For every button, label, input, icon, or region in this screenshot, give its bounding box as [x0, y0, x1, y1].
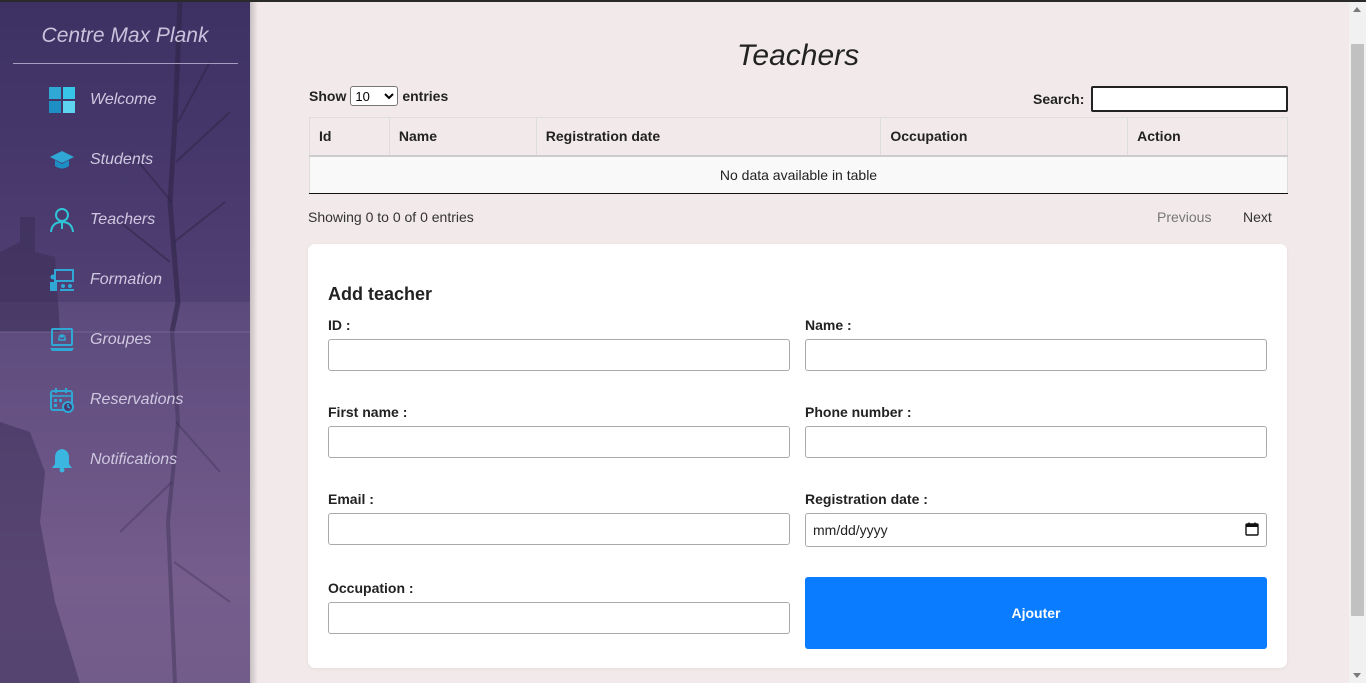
table-header-row: Id Name Registration date Occupation Act…	[309, 117, 1288, 157]
occupation-field[interactable]	[328, 602, 790, 634]
column-header-registration-date[interactable]: Registration date	[535, 117, 882, 157]
calendar-picker-icon[interactable]	[1245, 522, 1259, 539]
column-header-action[interactable]: Action	[1127, 117, 1288, 157]
sidebar-item-label: Reservations	[90, 391, 184, 408]
sidebar-item-label: Students	[90, 151, 154, 168]
id-field[interactable]	[328, 339, 790, 371]
registration-date-field[interactable]: mm/dd/yyyy	[805, 513, 1267, 547]
sidebar-item-label: Groupes	[90, 331, 152, 348]
table-row: No data available in table	[309, 155, 1288, 194]
email-label: Email :	[328, 491, 374, 507]
sidebar-title: Centre Max Plank	[41, 24, 209, 47]
name-field[interactable]	[805, 339, 1267, 371]
sidebar-item-label: Teachers	[90, 211, 156, 228]
dashboard-icon	[48, 86, 76, 114]
date-placeholder: mm/dd/yyyy	[813, 522, 888, 538]
show-label: Show	[309, 88, 347, 104]
sidebar-item-formation[interactable]: Formation	[48, 263, 238, 297]
sidebar-item-notifications[interactable]: Notifications	[48, 443, 238, 477]
sidebar-shadow	[250, 2, 258, 683]
sidebar-item-label: Notifications	[90, 451, 178, 468]
previous-button[interactable]: Previous	[1157, 209, 1211, 225]
form-title: Add teacher	[328, 284, 433, 304]
first-name-field[interactable]	[328, 426, 790, 458]
sidebar-item-students[interactable]: Students	[48, 143, 238, 177]
laptop-icon	[48, 326, 76, 354]
id-label: ID :	[328, 317, 351, 333]
add-teacher-button[interactable]: Ajouter	[805, 577, 1267, 649]
teachers-table: Id Name Registration date Occupation Act…	[309, 117, 1288, 194]
column-header-occupation[interactable]: Occupation	[880, 117, 1129, 157]
scroll-down-icon[interactable]	[1353, 673, 1361, 678]
registration-date-label: Registration date :	[805, 491, 928, 507]
table-info: Showing 0 to 0 of 0 entries	[308, 209, 474, 225]
graduation-cap-icon	[48, 146, 76, 174]
sidebar: Centre Max Plank Welcome Students Teache…	[0, 2, 250, 683]
column-header-id[interactable]: Id	[309, 117, 390, 157]
sidebar-item-label: Welcome	[90, 91, 157, 108]
entries-label: entries	[402, 88, 449, 104]
next-button[interactable]: Next	[1243, 209, 1272, 225]
sidebar-item-reservations[interactable]: Reservations	[48, 383, 238, 417]
sidebar-item-welcome[interactable]: Welcome	[48, 83, 238, 117]
scroll-up-icon[interactable]	[1353, 7, 1361, 12]
email-field[interactable]	[328, 513, 790, 545]
entries-select[interactable]: 10	[350, 86, 399, 106]
scrollbar-thumb[interactable]	[1351, 44, 1364, 616]
bell-icon	[48, 446, 76, 474]
empty-table-message: No data available in table	[309, 155, 1288, 194]
show-entries-control: Show 10 entries	[309, 86, 448, 106]
phone-label: Phone number :	[805, 404, 912, 420]
phone-field[interactable]	[805, 426, 1267, 458]
page-title: Teachers	[736, 39, 860, 72]
occupation-label: Occupation :	[328, 580, 414, 596]
search-input[interactable]	[1091, 86, 1289, 112]
presentation-icon	[48, 266, 76, 294]
calendar-icon	[48, 386, 76, 414]
first-name-label: First name :	[328, 404, 408, 420]
user-icon	[48, 206, 76, 234]
add-teacher-form: Add teacher ID : Name : First name : Pho…	[308, 244, 1287, 668]
page-scrollbar[interactable]	[1349, 2, 1366, 683]
sidebar-item-teachers[interactable]: Teachers	[48, 203, 238, 237]
sidebar-item-label: Formation	[90, 271, 163, 288]
name-label: Name :	[805, 317, 852, 333]
sidebar-item-groupes[interactable]: Groupes	[48, 323, 238, 357]
search-control: Search:	[1033, 86, 1289, 112]
column-header-name[interactable]: Name	[388, 117, 537, 157]
sidebar-divider	[13, 63, 238, 64]
search-label: Search:	[1033, 91, 1085, 107]
